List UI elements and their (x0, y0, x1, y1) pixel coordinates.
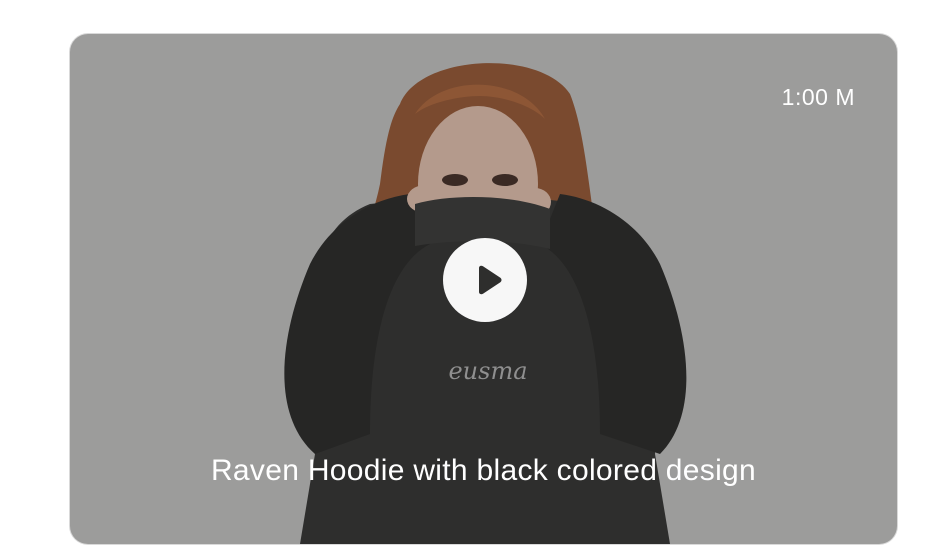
right-eye (492, 174, 518, 186)
video-title: Raven Hoodie with black colored design (210, 454, 757, 487)
play-button[interactable] (443, 238, 527, 322)
hoodie-logo: eusma (448, 357, 527, 385)
video-card[interactable]: eusma 1:00 M Raven Hoodie with black col… (70, 34, 897, 544)
play-icon (479, 265, 502, 295)
left-eye (442, 174, 468, 186)
video-duration: 1:00 M (781, 84, 855, 110)
